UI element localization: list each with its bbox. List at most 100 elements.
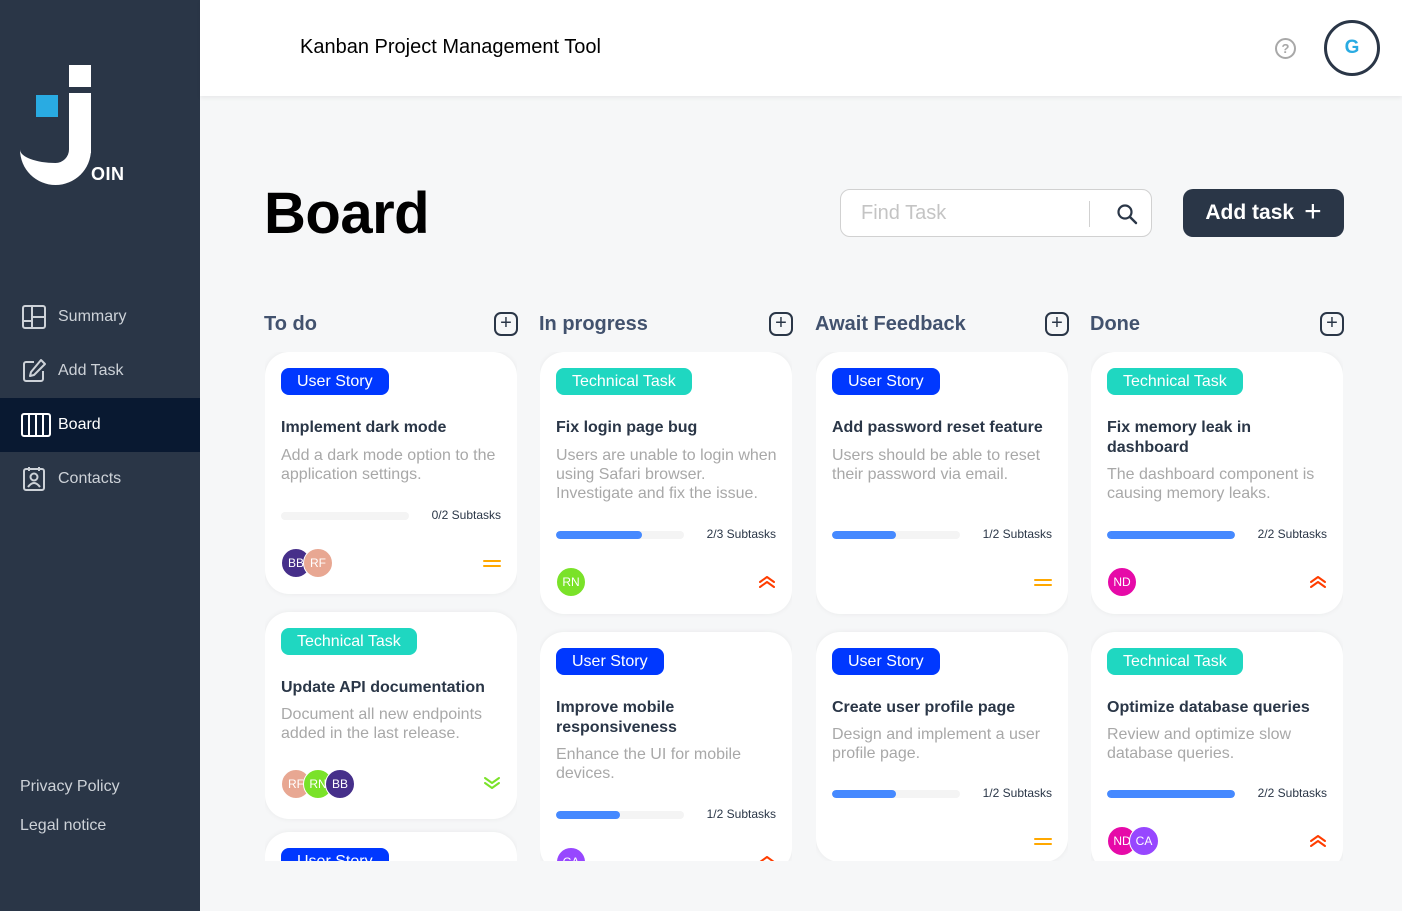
subtask-progress-bar <box>832 790 960 798</box>
task-card[interactable]: Technical Task Fix memory leak in dashboa… <box>1091 352 1343 614</box>
logo-square <box>69 65 91 87</box>
plus-icon: + <box>1304 194 1322 228</box>
add-card-plus-icon[interactable]: + <box>494 312 518 336</box>
card-description: Enhance the UI for mobile devices. <box>556 746 741 782</box>
add-card-plus-icon[interactable]: + <box>769 312 793 336</box>
subtask-progress-bar <box>1107 790 1235 798</box>
category-tag: User Story <box>832 648 940 675</box>
card-title: Optimize database queries <box>1107 699 1310 716</box>
user-avatar[interactable]: G <box>1324 20 1380 76</box>
search-divider <box>1089 201 1090 227</box>
category-tag: Technical Task <box>281 628 417 655</box>
sidebar-item-summary[interactable]: Summary <box>0 290 200 344</box>
card-description: Review and optimize slow database querie… <box>1107 726 1292 762</box>
avatar: CA <box>556 847 586 861</box>
search-icon[interactable] <box>1116 203 1138 225</box>
category-tag: User Story <box>281 368 389 395</box>
add-card-plus-icon[interactable]: + <box>1320 312 1344 336</box>
board-column: Technical Task Fix login page bug Users ar… <box>540 352 792 861</box>
card-description: The dashboard component is causing memor… <box>1107 466 1315 502</box>
add-task-label: Add task <box>1205 201 1295 224</box>
sidebar-item-board[interactable]: Board <box>0 398 200 452</box>
column-header: Done + <box>1090 310 1344 338</box>
priority-urgent-icon <box>1309 575 1327 589</box>
assignee-avatars: CA <box>556 847 586 861</box>
add-task-button[interactable]: Add task + <box>1183 189 1344 237</box>
footer-links: Privacy Policy Legal notice <box>20 778 120 856</box>
column-title: In progress <box>539 312 648 335</box>
card-description: Users should be able to reset their pass… <box>832 447 1041 483</box>
avatar: BB <box>325 769 355 799</box>
sidebar-item-contacts[interactable]: Contacts <box>0 452 200 506</box>
task-card[interactable]: User Story <box>265 832 517 861</box>
subtask-count: 2/2 Subtasks <box>1257 527 1327 541</box>
progress-fill <box>1107 531 1235 539</box>
sidebar-item-label: Contacts <box>58 470 122 487</box>
card-description: Document all new endpoints added in the … <box>281 706 483 742</box>
sidebar-item-label: Add Task <box>58 362 124 379</box>
subtask-count: 2/3 Subtasks <box>706 527 776 541</box>
privacy-policy-link[interactable]: Privacy Policy <box>20 778 120 817</box>
board-column: User Story Add password reset feature User… <box>816 352 1068 861</box>
category-tag: Technical Task <box>1107 368 1243 395</box>
subtask-progress-bar <box>556 811 684 819</box>
subtask-count: 2/2 Subtasks <box>1257 786 1327 800</box>
subtask-count: 1/2 Subtasks <box>706 807 776 821</box>
card-title: Fix memory leak in dashboard <box>1107 419 1252 456</box>
card-title: Add password reset feature <box>832 419 1043 436</box>
card-description: Users are unable to login when using Saf… <box>556 447 777 502</box>
sidebar: OIN Summary Add Task Board Contacts Priv… <box>0 0 200 911</box>
header-title: Kanban Project Management Tool <box>300 36 601 58</box>
priority-urgent-icon <box>1309 834 1327 848</box>
task-card[interactable]: Technical Task Optimize database queries R… <box>1091 632 1343 861</box>
subtask-count: 0/2 Subtasks <box>431 508 501 522</box>
avatar: CA <box>1129 826 1159 856</box>
priority-medium-icon <box>483 556 501 570</box>
task-card[interactable]: User Story Improve mobile responsiveness E… <box>540 632 792 861</box>
board-column: Technical Task Fix memory leak in dashboa… <box>1091 352 1343 861</box>
task-card[interactable]: User Story Create user profile page Design… <box>816 632 1068 861</box>
page-title: Board <box>264 181 430 246</box>
column-header: Await Feedback + <box>815 310 1069 338</box>
task-card[interactable]: User Story Implement dark mode Add a dark … <box>265 352 517 594</box>
legal-notice-link[interactable]: Legal notice <box>20 817 120 856</box>
task-card[interactable]: User Story Add password reset feature User… <box>816 352 1068 614</box>
sidebar-item-label: Summary <box>58 308 127 325</box>
avatar: RN <box>556 567 586 597</box>
column-title: To do <box>264 312 317 335</box>
progress-fill <box>832 790 896 798</box>
sidebar-item-label: Board <box>58 416 101 433</box>
sidebar-nav: Summary Add Task Board Contacts <box>0 290 200 506</box>
join-logo[interactable]: OIN <box>20 64 130 189</box>
subtask-progress-bar <box>1107 531 1235 539</box>
summary-icon <box>21 304 47 330</box>
assignee-avatars: ND <box>1107 567 1137 597</box>
avatar: ND <box>1107 567 1137 597</box>
card-description: Add a dark mode option to the applicatio… <box>281 447 496 483</box>
priority-urgent-icon <box>758 575 776 589</box>
add-card-plus-icon[interactable]: + <box>1045 312 1069 336</box>
sidebar-item-add-task[interactable]: Add Task <box>0 344 200 398</box>
priority-medium-icon <box>1034 575 1052 589</box>
contacts-icon <box>21 466 47 492</box>
task-card[interactable]: Technical Task Update API documentation Do… <box>265 612 517 819</box>
progress-fill <box>556 811 620 819</box>
search-box <box>840 189 1152 237</box>
logo-hook <box>20 116 91 185</box>
column-header: In progress + <box>539 310 793 338</box>
task-card[interactable]: Technical Task Fix login page bug Users ar… <box>540 352 792 614</box>
column-title: Done <box>1090 312 1140 335</box>
assignee-avatars: ND CA <box>1107 826 1159 856</box>
category-tag: User Story <box>556 648 664 675</box>
search-input[interactable] <box>861 201 1081 225</box>
subtask-progress-bar <box>556 531 684 539</box>
subtask-progress-bar <box>832 531 960 539</box>
assignee-avatars: RN <box>556 567 586 597</box>
category-tag: User Story <box>281 848 389 861</box>
progress-fill <box>1107 790 1235 798</box>
card-title: Fix login page bug <box>556 419 698 436</box>
priority-medium-icon <box>1034 834 1052 848</box>
subtask-count: 1/2 Subtasks <box>982 527 1052 541</box>
card-title: Create user profile page <box>832 699 1016 716</box>
help-icon[interactable]: ? <box>1275 38 1296 59</box>
